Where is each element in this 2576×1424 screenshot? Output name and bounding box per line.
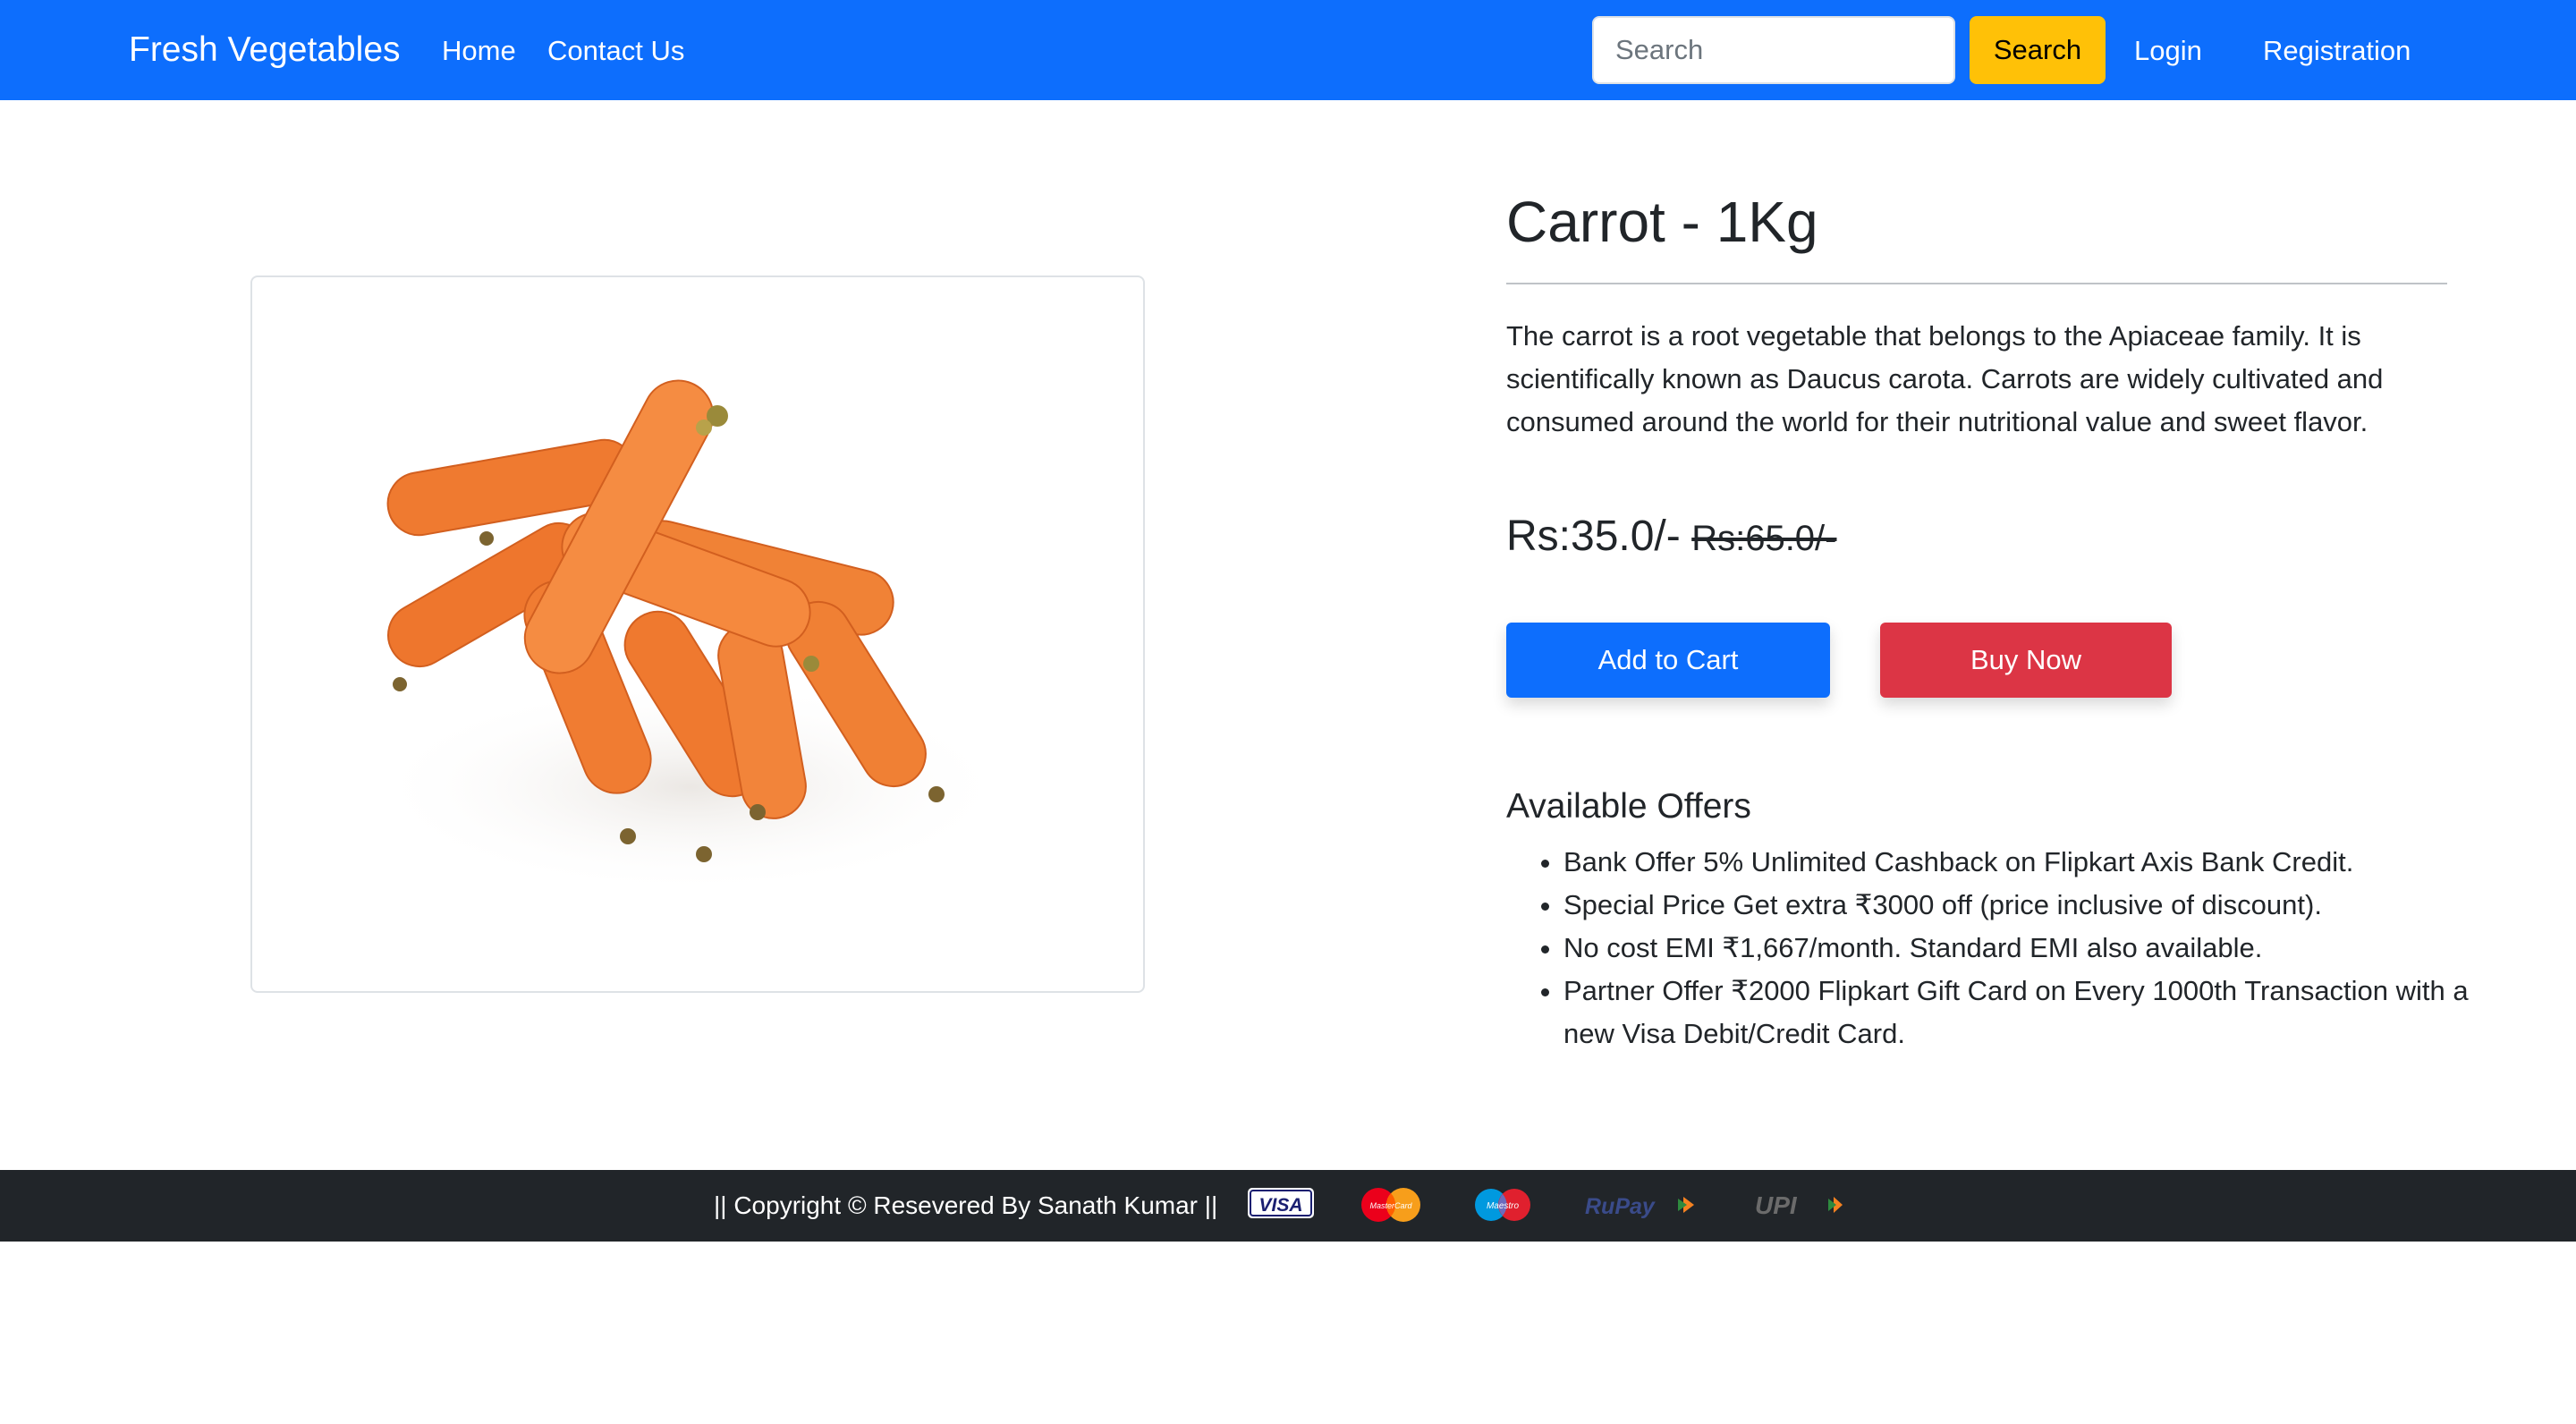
login-link[interactable]: Login <box>2134 32 2202 70</box>
visa-logo-icon: VISA <box>1248 1188 1314 1218</box>
maestro-logo-icon: Maestro <box>1475 1189 1530 1221</box>
buy-now-button[interactable]: Buy Now <box>1880 623 2172 698</box>
offers-list: Bank Offer 5% Unlimited Cashback on Flip… <box>1506 841 2472 1055</box>
offer-item: No cost EMI ₹1,667/month. Standard EMI a… <box>1563 927 2472 970</box>
offer-item: Partner Offer ₹2000 Flipkart Gift Card o… <box>1563 970 2472 1055</box>
visa-logo-text: VISA <box>1258 1195 1302 1216</box>
product-title: Carrot - 1Kg <box>1506 190 1818 254</box>
brand-link[interactable]: Fresh Vegetables <box>129 29 401 72</box>
copyright-text: || Copyright © Resevered By Sanath Kumar… <box>714 1191 1218 1219</box>
navbar: Fresh Vegetables Home Contact Us Search … <box>0 0 2576 100</box>
footer: || Copyright © Resevered By Sanath Kumar… <box>0 1170 2576 1242</box>
rupay-logo-text: RuPay <box>1585 1194 1656 1219</box>
search-input[interactable] <box>1592 16 1955 84</box>
nav-contact-link[interactable]: Contact Us <box>547 32 684 70</box>
nav-home-link[interactable]: Home <box>442 32 516 70</box>
offers-heading: Available Offers <box>1506 787 1751 826</box>
original-price: Rs:65.0/- <box>1691 519 1837 558</box>
title-divider <box>1506 283 2447 284</box>
offer-item: Special Price Get extra ₹3000 off (price… <box>1563 884 2472 927</box>
mastercard-logo-icon: MasterCard <box>1361 1188 1420 1222</box>
carrot-bunch-image <box>369 379 1013 894</box>
price-row: Rs:35.0/- Rs:65.0/- <box>1506 512 1837 561</box>
upi-logo-text: UPI <box>1755 1191 1798 1219</box>
add-to-cart-button[interactable]: Add to Cart <box>1506 623 1830 698</box>
search-button[interactable]: Search <box>1970 16 2106 84</box>
upi-logo-icon: UPI <box>1755 1191 1843 1219</box>
registration-link[interactable]: Registration <box>2263 32 2411 70</box>
maestro-logo-text: Maestro <box>1487 1201 1520 1211</box>
product-image-card <box>250 275 1145 993</box>
offer-item: Bank Offer 5% Unlimited Cashback on Flip… <box>1563 841 2472 884</box>
current-price: Rs:35.0/- <box>1506 513 1681 560</box>
product-description: The carrot is a root vegetable that belo… <box>1506 320 2384 437</box>
rupay-logo-icon: RuPay <box>1585 1194 1694 1219</box>
mastercard-logo-text: MasterCard <box>1369 1201 1412 1210</box>
